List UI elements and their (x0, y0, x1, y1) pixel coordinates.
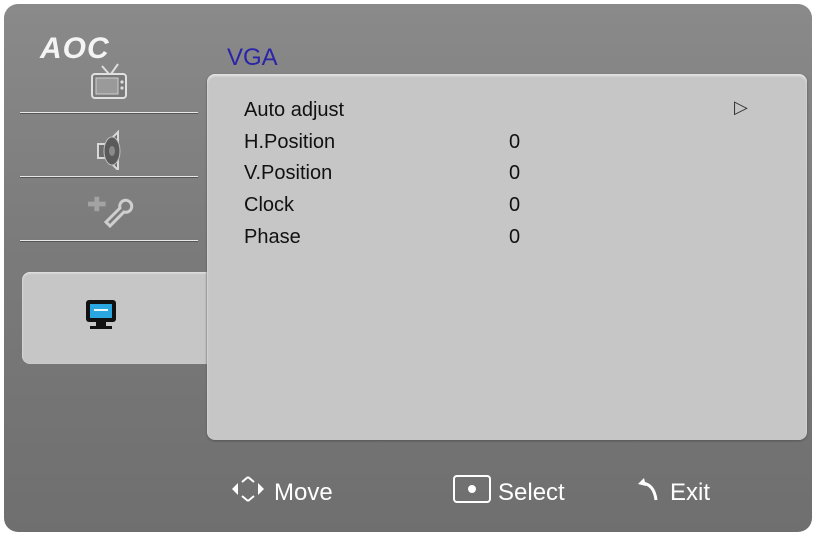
menu-row-phase[interactable]: Phase 0 (244, 226, 804, 258)
menu-row-v-position[interactable]: V.Position 0 (244, 162, 804, 194)
menu-row-clock[interactable]: Clock 0 (244, 194, 804, 226)
row-label: Clock (244, 194, 295, 216)
menu-row-h-position[interactable]: H.Position 0 (244, 131, 804, 163)
nav-item-audio[interactable] (20, 122, 198, 178)
move-hint: Move (228, 474, 333, 511)
row-label: Auto adjust (244, 99, 345, 121)
select-icon (452, 474, 492, 511)
return-arrow-icon (634, 474, 664, 511)
speaker-icon (84, 126, 134, 175)
move-icon (228, 474, 268, 511)
row-label: Phase (244, 226, 301, 248)
row-label: V.Position (244, 162, 333, 184)
row-value: 0 (509, 226, 521, 248)
exit-hint: Exit (634, 474, 710, 511)
page-title: VGA (227, 44, 278, 71)
nav-item-display[interactable] (22, 272, 218, 364)
nav-item-tools[interactable] (20, 186, 198, 242)
display-icon (84, 298, 118, 337)
tools-icon (84, 190, 134, 235)
arrow-right-icon: ▷ (734, 97, 748, 117)
row-value: 0 (509, 194, 521, 216)
nav-item-picture[interactable] (20, 58, 198, 114)
exit-label: Exit (670, 478, 711, 506)
select-hint: Select (452, 474, 565, 511)
picture-icon (84, 62, 134, 107)
osd-window: AOC VGA Auto adjust ▷ H.Position 0 V.Pos… (4, 4, 812, 532)
footer-hints: Move Select Exit (4, 466, 812, 516)
row-value: 0 (509, 162, 521, 184)
select-label: Select (498, 478, 565, 506)
settings-panel: Auto adjust ▷ H.Position 0 V.Position 0 … (207, 74, 807, 440)
row-value: 0 (509, 131, 521, 153)
move-label: Move (274, 478, 333, 506)
row-label: H.Position (244, 131, 336, 153)
menu-row-auto-adjust[interactable]: Auto adjust ▷ (244, 97, 804, 131)
